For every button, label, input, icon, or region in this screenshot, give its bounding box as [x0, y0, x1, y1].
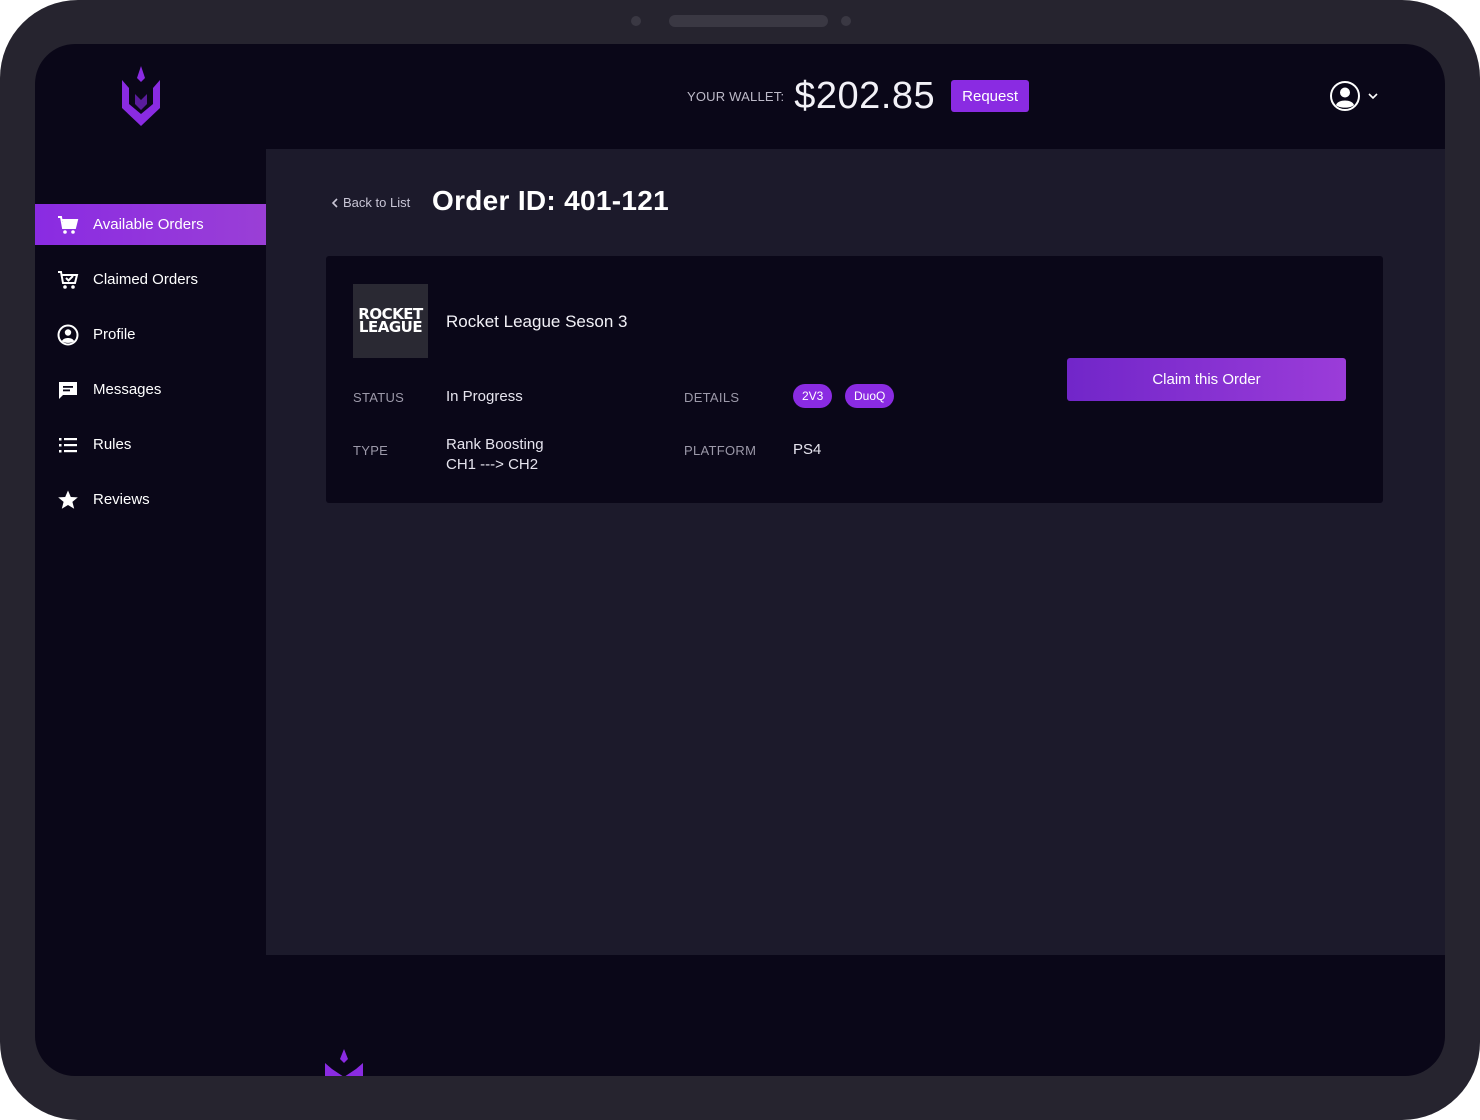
- sidebar-item-label: Profile: [93, 326, 136, 343]
- platform-value: PS4: [793, 441, 822, 458]
- order-card: ROCKET LEAGUE Rocket League Seson 3 STAT…: [326, 256, 1383, 503]
- chevron-left-icon: [331, 197, 338, 208]
- cart-check-icon: [57, 269, 79, 291]
- sidebar-item-profile[interactable]: Profile: [35, 314, 266, 355]
- type-value-line1: Rank Boosting: [446, 436, 544, 453]
- sidebar-item-label: Reviews: [93, 491, 150, 508]
- sidebar-item-claimed-orders[interactable]: Claimed Orders: [35, 259, 266, 300]
- camera-dot: [631, 16, 641, 26]
- sidebar-nav: Available Orders Claimed Orders Profile …: [35, 204, 266, 534]
- wallet-label: YOUR WALLET:: [687, 88, 785, 104]
- sidebar-item-available-orders[interactable]: Available Orders: [35, 204, 266, 245]
- sidebar-item-label: Rules: [93, 436, 132, 453]
- user-circle-icon: [57, 324, 79, 346]
- back-to-list-link[interactable]: Back to List: [331, 195, 410, 210]
- game-logo: ROCKET LEAGUE: [353, 284, 428, 358]
- brand-logo-icon[interactable]: [119, 64, 163, 128]
- sidebar-item-rules[interactable]: Rules: [35, 424, 266, 465]
- status-label: STATUS: [353, 390, 405, 405]
- wallet-summary: YOUR WALLET: $202.85 Request: [687, 74, 1030, 118]
- list-icon: [57, 434, 79, 456]
- platform-label: PLATFORM: [684, 443, 757, 458]
- wallet-amount: $202.85: [794, 74, 936, 117]
- app-screen: YOUR WALLET: $202.85 Request Available O…: [35, 44, 1445, 1076]
- sidebar-item-messages[interactable]: Messages: [35, 369, 266, 410]
- speaker-grill: [669, 15, 828, 27]
- sidebar-item-label: Available Orders: [93, 216, 204, 233]
- type-label: TYPE: [353, 443, 389, 458]
- sidebar-item-label: Messages: [93, 381, 162, 398]
- message-icon: [57, 379, 79, 401]
- game-name: Rocket League Seson 3: [446, 312, 628, 331]
- user-avatar-icon[interactable]: [1329, 80, 1361, 112]
- back-to-list-label: Back to List: [343, 195, 411, 210]
- main-content: Back to List Order ID: 401-121 ROCKET LE…: [266, 149, 1445, 955]
- status-value: In Progress: [446, 388, 523, 405]
- game-logo-line2: LEAGUE: [358, 318, 423, 336]
- footer-logo-icon: [325, 1049, 363, 1076]
- details-label: DETAILS: [684, 390, 740, 405]
- details-tag: 2V3: [793, 384, 833, 408]
- chevron-down-icon[interactable]: [1367, 90, 1379, 102]
- star-icon: [57, 489, 79, 511]
- request-button[interactable]: Request: [951, 80, 1030, 112]
- details-tag: DuoQ: [845, 384, 895, 408]
- user-menu[interactable]: [1329, 80, 1379, 112]
- page-title: Order ID: 401-121: [432, 185, 669, 216]
- cart-icon: [57, 214, 79, 236]
- claim-order-button[interactable]: Claim this Order: [1067, 358, 1346, 401]
- tablet-frame: YOUR WALLET: $202.85 Request Available O…: [0, 0, 1480, 1120]
- sidebar-item-reviews[interactable]: Reviews: [35, 479, 266, 520]
- type-value-line2: CH1 ---> CH2: [446, 456, 539, 473]
- sensor-dot: [841, 16, 851, 26]
- sidebar-item-label: Claimed Orders: [93, 271, 199, 288]
